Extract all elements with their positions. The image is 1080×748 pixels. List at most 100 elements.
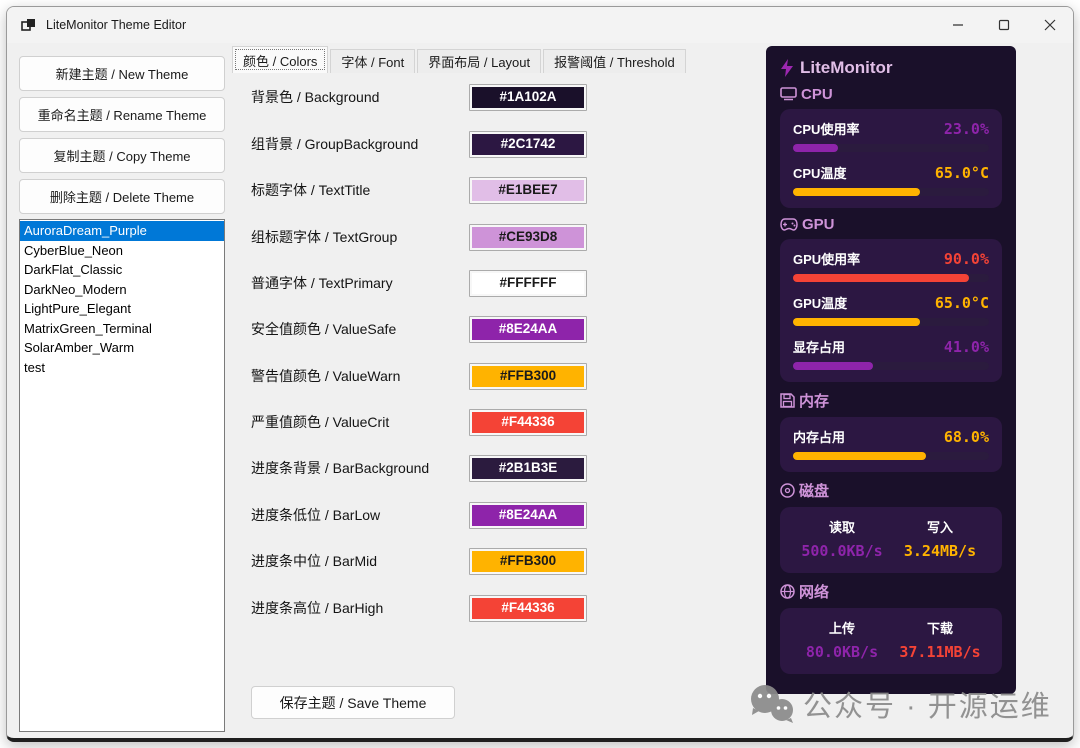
color-row-label: 安全值颜色 / ValueSafe bbox=[251, 316, 471, 343]
theme-list-item[interactable]: CyberBlue_Neon bbox=[20, 241, 224, 261]
metric-value: 90.0% bbox=[944, 250, 989, 268]
app-icon bbox=[21, 17, 37, 33]
app-window: LiteMonitor Theme Editor 新建主题 / New Them… bbox=[6, 6, 1074, 742]
metric-name: GPU使用率 bbox=[793, 249, 860, 268]
metric-name: 内存占用 bbox=[793, 427, 845, 446]
metric-value: 68.0% bbox=[944, 428, 989, 446]
theme-list-item[interactable]: SolarAmber_Warm bbox=[20, 338, 224, 358]
progress-fill bbox=[793, 274, 969, 282]
progress-track bbox=[793, 144, 989, 152]
color-swatch-background[interactable]: #1A102A bbox=[469, 84, 587, 111]
theme-list-item[interactable]: AuroraDream_Purple bbox=[20, 221, 224, 241]
metric-name: 上传 bbox=[793, 618, 891, 637]
color-row-label: 进度条低位 / BarLow bbox=[251, 502, 471, 529]
cpu-icon bbox=[780, 87, 797, 102]
cpu-group: CPU使用率 23.0% CPU温度 65.0°C bbox=[780, 109, 1002, 208]
metric-value: 65.0°C bbox=[935, 294, 989, 312]
metric-value: 80.0KB/s bbox=[806, 643, 878, 661]
metric-name: CPU温度 bbox=[793, 163, 846, 182]
progress-track bbox=[793, 452, 989, 460]
progress-track bbox=[793, 274, 989, 282]
memory-icon bbox=[780, 393, 795, 408]
theme-list-item[interactable]: DarkFlat_Classic bbox=[20, 260, 224, 280]
close-icon bbox=[1044, 19, 1056, 31]
gpu-icon bbox=[780, 218, 798, 231]
wechat-icon bbox=[749, 684, 795, 724]
metric-name: CPU使用率 bbox=[793, 119, 859, 138]
color-swatch-texttitle[interactable]: #E1BEE7 bbox=[469, 177, 587, 204]
disk-group: 读取500.0KB/s 写入3.24MB/s bbox=[780, 507, 1002, 573]
tab-font[interactable]: 字体 / Font bbox=[330, 49, 415, 73]
tab-layout[interactable]: 界面布局 / Layout bbox=[417, 49, 541, 73]
metric-name: 显存占用 bbox=[793, 337, 845, 356]
metric-name: GPU温度 bbox=[793, 293, 847, 312]
minimize-icon bbox=[952, 19, 964, 31]
bolt-icon bbox=[780, 59, 794, 77]
color-swatch-valuecrit[interactable]: #F44336 bbox=[469, 409, 587, 436]
network-icon bbox=[780, 584, 795, 599]
color-swatch-valuesafe[interactable]: #8E24AA bbox=[469, 316, 587, 343]
metric-value: 41.0% bbox=[944, 338, 989, 356]
metric-name: 读取 bbox=[793, 517, 891, 536]
color-swatch-barmid[interactable]: #FFB300 bbox=[469, 548, 587, 575]
delete-theme-button[interactable]: 删除主题 / Delete Theme bbox=[19, 179, 225, 214]
color-row-label: 背景色 / Background bbox=[251, 84, 471, 111]
tab-strip: 颜色 / Colors 字体 / Font 界面布局 / Layout 报警阈值… bbox=[232, 46, 688, 73]
progress-fill bbox=[793, 318, 920, 326]
disk-icon bbox=[780, 483, 795, 498]
color-swatch-groupbackground[interactable]: #2C1742 bbox=[469, 131, 587, 158]
color-row-label: 标题字体 / TextTitle bbox=[251, 177, 471, 204]
watermark-text: 公众号 · 开源运维 bbox=[803, 683, 1052, 725]
section-disk: 磁盘 bbox=[780, 480, 1002, 501]
color-swatch-barhigh[interactable]: #F44336 bbox=[469, 595, 587, 622]
copy-theme-button[interactable]: 复制主题 / Copy Theme bbox=[19, 138, 225, 173]
theme-list-item[interactable]: DarkNeo_Modern bbox=[20, 280, 224, 300]
progress-track bbox=[793, 188, 989, 196]
metric-value: 37.11MB/s bbox=[899, 643, 980, 661]
progress-fill bbox=[793, 452, 926, 460]
color-row-label: 普通字体 / TextPrimary bbox=[251, 270, 471, 297]
rename-theme-button[interactable]: 重命名主题 / Rename Theme bbox=[19, 97, 225, 132]
new-theme-button[interactable]: 新建主题 / New Theme bbox=[19, 56, 225, 91]
metric-name: 写入 bbox=[891, 517, 989, 536]
progress-track bbox=[793, 362, 989, 370]
metric-name: 下载 bbox=[891, 618, 989, 637]
color-swatch-textprimary[interactable]: #FFFFFF bbox=[469, 270, 587, 297]
close-button[interactable] bbox=[1027, 7, 1073, 43]
window-title: LiteMonitor Theme Editor bbox=[46, 18, 186, 32]
color-row-label: 进度条高位 / BarHigh bbox=[251, 595, 471, 622]
color-row-label: 组背景 / GroupBackground bbox=[251, 131, 471, 158]
watermark: 公众号 · 开源运维 bbox=[749, 683, 1052, 725]
metric-value: 65.0°C bbox=[935, 164, 989, 182]
color-swatch-valuewarn[interactable]: #FFB300 bbox=[469, 363, 587, 390]
preview-title: LiteMonitor bbox=[780, 58, 1002, 78]
tab-threshold[interactable]: 报警阈值 / Threshold bbox=[543, 49, 686, 73]
metric-value: 23.0% bbox=[944, 120, 989, 138]
gpu-group: GPU使用率 90.0% GPU温度 65.0°C 显存占用 41.0% bbox=[780, 239, 1002, 382]
theme-list-item[interactable]: test bbox=[20, 358, 224, 378]
metric-value: 500.0KB/s bbox=[801, 542, 882, 560]
theme-listbox[interactable]: AuroraDream_Purple CyberBlue_Neon DarkFl… bbox=[19, 219, 225, 732]
color-swatch-barlow[interactable]: #8E24AA bbox=[469, 502, 587, 529]
theme-list-item[interactable]: MatrixGreen_Terminal bbox=[20, 319, 224, 339]
theme-list-item[interactable]: LightPure_Elegant bbox=[20, 299, 224, 319]
minimize-button[interactable] bbox=[935, 7, 981, 43]
color-row-label: 组标题字体 / TextGroup bbox=[251, 224, 471, 251]
maximize-icon bbox=[998, 19, 1010, 31]
color-swatch-textgroup[interactable]: #CE93D8 bbox=[469, 224, 587, 251]
titlebar: LiteMonitor Theme Editor bbox=[7, 7, 1073, 43]
tab-colors[interactable]: 颜色 / Colors bbox=[232, 46, 328, 73]
network-group: 上传 80.0KB/s 下载 37.11MB/s bbox=[780, 608, 1002, 674]
save-theme-button[interactable]: 保存主题 / Save Theme bbox=[251, 686, 455, 719]
color-row-label: 严重值颜色 / ValueCrit bbox=[251, 409, 471, 436]
theme-preview-panel: LiteMonitor CPU CPU使用率23.0% CPU温度65.0°C … bbox=[766, 46, 1016, 694]
section-network: 网络 bbox=[780, 581, 1002, 602]
maximize-button[interactable] bbox=[981, 7, 1027, 43]
color-row-label: 进度条中位 / BarMid bbox=[251, 548, 471, 575]
progress-fill bbox=[793, 144, 838, 152]
progress-fill bbox=[793, 362, 873, 370]
progress-fill bbox=[793, 188, 920, 196]
color-swatch-barbackground[interactable]: #2B1B3E bbox=[469, 455, 587, 482]
memory-group: 内存占用 68.0% bbox=[780, 417, 1002, 472]
section-gpu: GPU bbox=[780, 216, 1002, 233]
